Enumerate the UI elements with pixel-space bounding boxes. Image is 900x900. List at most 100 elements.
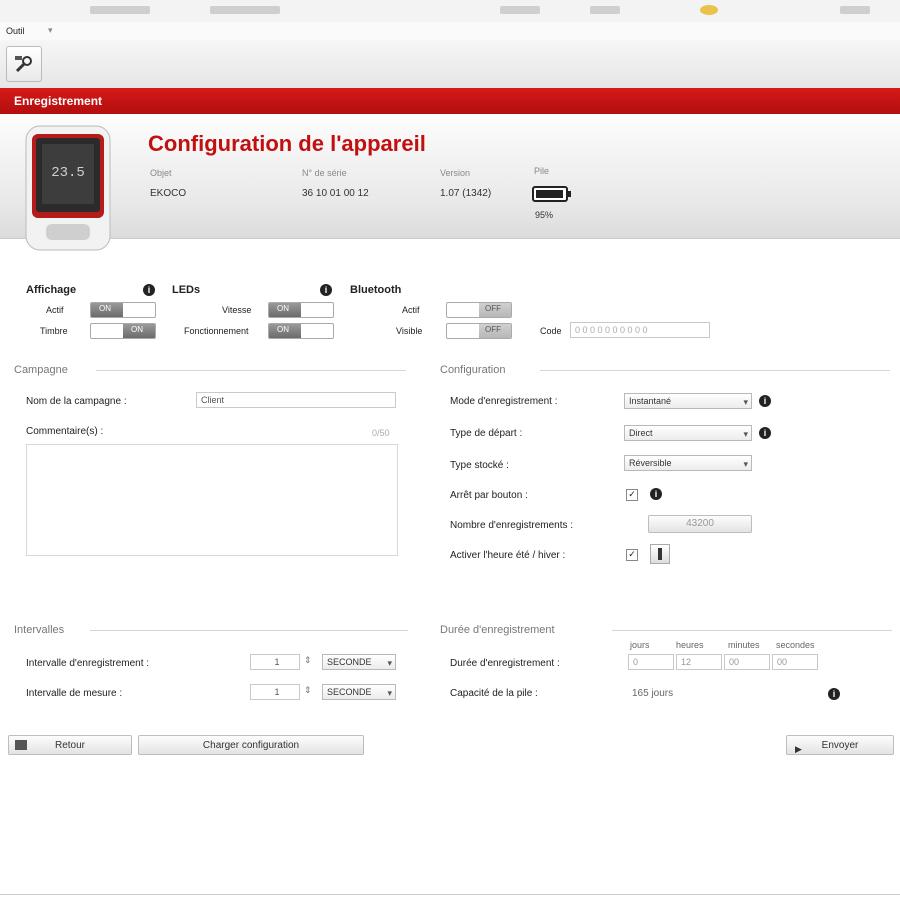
stepper-icon[interactable]: ⇕ (304, 655, 312, 666)
menu-outil[interactable]: Outil (6, 26, 25, 36)
info-icon[interactable]: i (759, 395, 771, 407)
chevron-down-icon: ▾ (387, 658, 392, 668)
toggle-state: ON (131, 325, 143, 334)
start-select[interactable]: Direct ▾ (624, 425, 752, 441)
divider (612, 630, 892, 631)
section-bar-label: Enregistrement (14, 94, 103, 108)
bluetooth-code-input[interactable]: 0 0 0 0 0 0 0 0 0 0 (570, 322, 710, 338)
section-bar: Enregistrement (0, 88, 900, 114)
battery-label: Pile (534, 166, 550, 176)
toggle-state: ON (277, 304, 289, 313)
col-minutes: minutes (728, 640, 760, 650)
toggle-state: OFF (485, 304, 501, 313)
comments-label: Commentaire(s) : (26, 426, 104, 437)
battery-icon (532, 186, 571, 202)
bluetooth-row2-label: Visible (396, 326, 423, 336)
store-select-value: Réversible (629, 458, 672, 468)
store-label: Type stocké : (450, 460, 509, 471)
count-field: 43200 (648, 515, 752, 533)
battery-capacity-label: Capacité de la pile : (450, 688, 538, 699)
meas-interval-unit[interactable]: SECONDE ▾ (322, 684, 396, 700)
calendar-icon[interactable] (650, 544, 670, 564)
dropdown-arrow-icon[interactable]: ▾ (48, 25, 53, 36)
info-icon[interactable]: i (320, 284, 332, 296)
back-button[interactable]: Retour (8, 735, 132, 755)
bluetooth-row2-toggle[interactable]: OFF (446, 323, 512, 339)
meas-interval-unit-value: SECONDE (327, 687, 372, 697)
stop-checkbox[interactable]: ✓ (626, 489, 638, 501)
affichage-row2-label: Timbre (40, 326, 68, 336)
meas-interval-label: Intervalle de mesure : (26, 688, 123, 699)
wrench-icon (15, 56, 32, 73)
send-icon: ▶ (795, 744, 802, 754)
count-label: Nombre d'enregistrements : (450, 520, 574, 531)
version-value: 1.07 (1342) (440, 188, 492, 199)
campaign-name-input[interactable]: Client (196, 392, 396, 408)
load-config-button[interactable]: Charger configuration (138, 735, 364, 755)
info-icon[interactable]: i (143, 284, 155, 296)
mode-label: Mode d'enregistrement : (450, 396, 558, 407)
mode-select[interactable]: Instantané ▾ (624, 393, 752, 409)
bluetooth-row1-toggle[interactable]: OFF (446, 302, 512, 318)
bottom-border (0, 894, 900, 895)
info-icon[interactable]: i (650, 488, 662, 500)
comments-textarea[interactable] (26, 444, 398, 556)
divider (96, 370, 406, 371)
duration-days: 0 (628, 654, 674, 670)
title-strip (0, 0, 900, 23)
affichage-row2-toggle[interactable]: ON (90, 323, 156, 339)
col-days: jours (630, 640, 650, 650)
toggle-state: OFF (485, 325, 501, 334)
duration-section-title: Durée d'enregistrement (440, 624, 555, 636)
leds-title: LEDs (172, 284, 201, 296)
tab-placeholder[interactable] (90, 6, 150, 14)
leds-row2-label: Fonctionnement (184, 326, 249, 336)
rec-interval-input[interactable]: 1 (250, 654, 300, 670)
leds-row2-toggle[interactable]: ON (268, 323, 334, 339)
rec-interval-unit-value: SECONDE (327, 657, 372, 667)
duration-seconds: 00 (772, 654, 818, 670)
start-select-value: Direct (629, 428, 653, 438)
send-button[interactable]: ▶ Envoyer (786, 735, 894, 755)
page-title: Configuration de l'appareil (148, 131, 426, 156)
duration-hours: 12 (676, 654, 722, 670)
leds-row1-toggle[interactable]: ON (268, 302, 334, 318)
device-image: 23.5 (24, 124, 112, 252)
tools-button[interactable] (6, 46, 42, 82)
chevron-down-icon: ▾ (743, 459, 748, 469)
notification-icon[interactable] (700, 5, 718, 15)
menu-bar: Outil ▾ (0, 22, 900, 41)
stepper-icon[interactable]: ⇕ (304, 685, 312, 696)
col-hours: heures (676, 640, 704, 650)
tab-placeholder[interactable] (210, 6, 280, 14)
tab-placeholder[interactable] (500, 6, 540, 14)
serial-label: N° de série (302, 168, 347, 178)
info-icon[interactable]: i (828, 688, 840, 700)
chevron-down-icon: ▾ (743, 397, 748, 407)
rec-interval-unit[interactable]: SECONDE ▾ (322, 654, 396, 670)
intervals-section-title: Intervalles (14, 624, 65, 636)
time-label: Activer l'heure été / hiver : (450, 550, 566, 561)
battery-fill (536, 190, 563, 198)
start-label: Type de départ : (450, 428, 523, 439)
back-button-label: Retour (54, 740, 85, 751)
time-checkbox[interactable]: ✓ (626, 549, 638, 561)
divider (540, 370, 890, 371)
divider (90, 630, 408, 631)
bluetooth-code-label: Code (540, 326, 562, 336)
model-label: Objet (150, 168, 172, 178)
info-icon[interactable]: i (759, 427, 771, 439)
col-seconds: secondes (776, 640, 815, 650)
version-label: Version (440, 168, 471, 178)
svg-text:23.5: 23.5 (51, 165, 85, 181)
campaign-name-label: Nom de la campagne : (26, 396, 127, 407)
back-icon (15, 740, 27, 750)
comments-count: 0/50 (372, 428, 390, 438)
affichage-row1-toggle[interactable]: ON (90, 302, 156, 318)
meas-interval-input[interactable]: 1 (250, 684, 300, 700)
tab-placeholder[interactable] (840, 6, 870, 14)
tab-placeholder[interactable] (590, 6, 620, 14)
store-select[interactable]: Réversible ▾ (624, 455, 752, 471)
bluetooth-title: Bluetooth (350, 284, 402, 296)
battery-capacity-value: 165 jours (632, 688, 674, 699)
